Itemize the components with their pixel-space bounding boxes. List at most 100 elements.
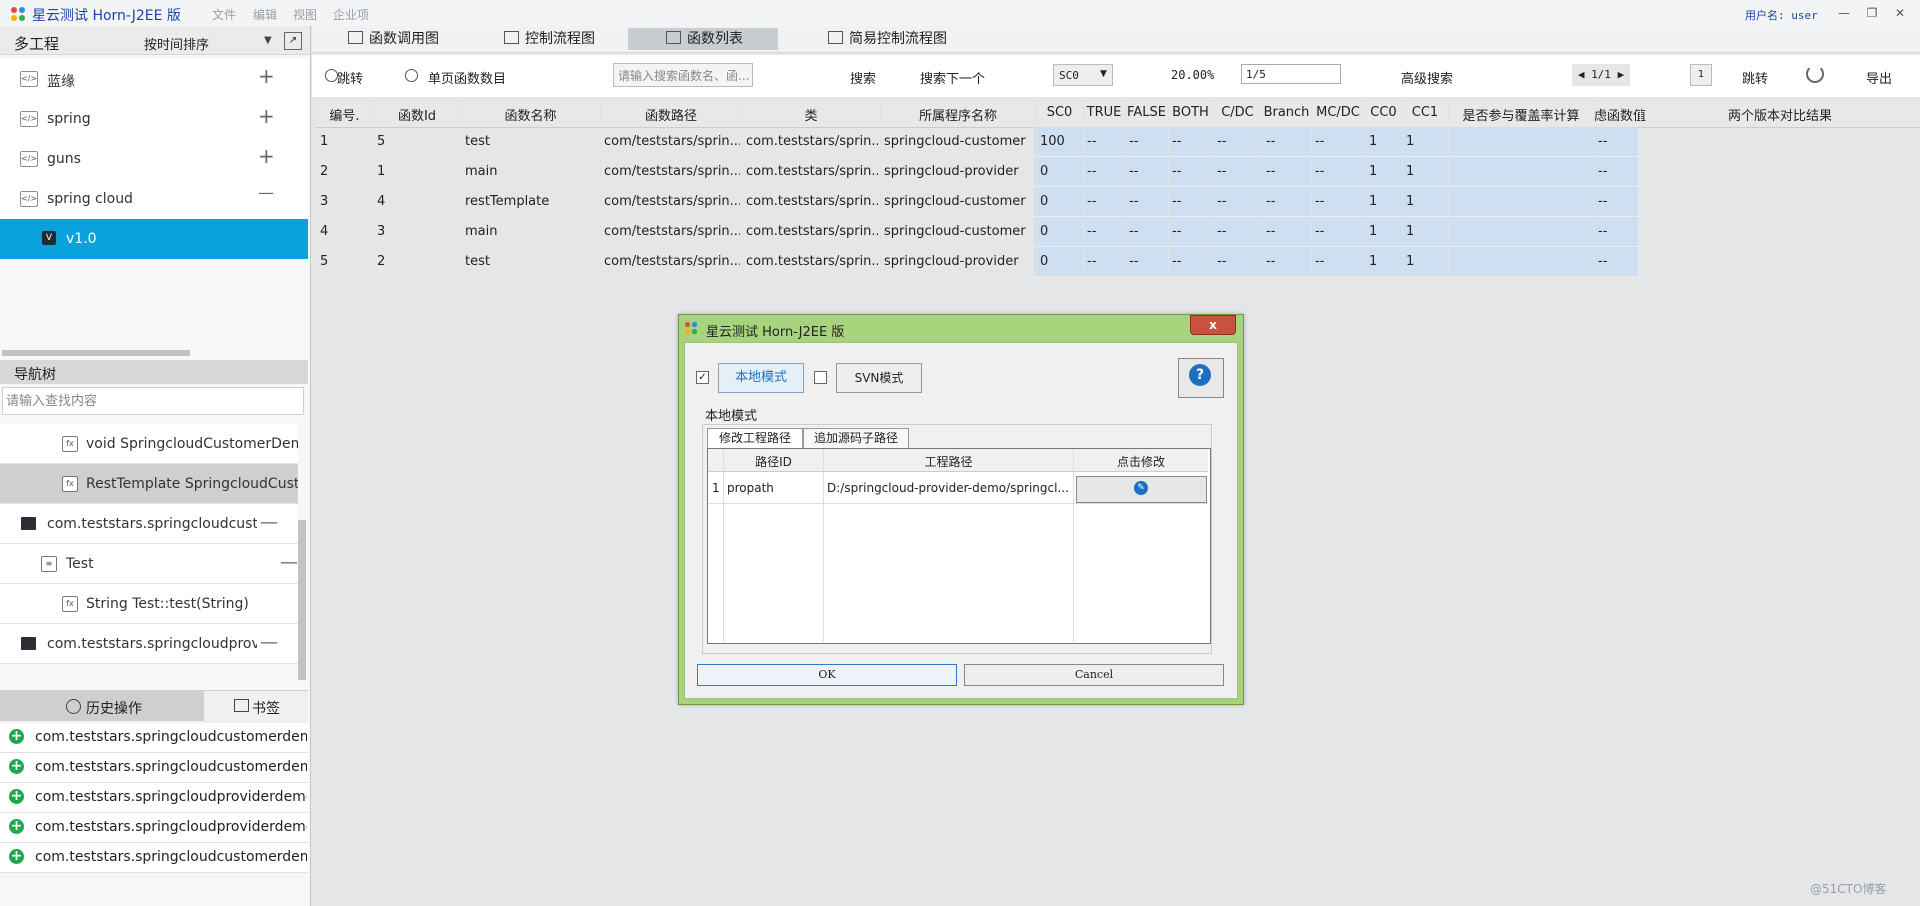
column-header[interactable]: 编号. (316, 105, 373, 124)
column-header[interactable]: CC0 (1365, 105, 1402, 120)
tab-function-list[interactable]: 函数列表 (628, 28, 778, 50)
search-button[interactable]: 搜索 (850, 68, 876, 87)
table-cell: 2 (320, 164, 329, 179)
column-header[interactable]: 所属程序名称 (880, 105, 1036, 124)
column-header[interactable]: 是否参与覆盖率计算 (1448, 105, 1594, 124)
column-header[interactable]: TRUE (1083, 105, 1125, 120)
column-header[interactable]: SC0 (1036, 105, 1083, 120)
grid-header-path-id: 路径ID (755, 455, 792, 469)
menu-view[interactable]: 视图 (293, 6, 317, 23)
svn-mode-button[interactable]: SVN模式 (836, 363, 922, 393)
minimize-icon[interactable]: — (1834, 4, 1854, 22)
goto-page-button[interactable]: 跳转 (1742, 68, 1768, 87)
collapse-minus-icon[interactable]: — (260, 632, 278, 653)
table-cell: com.teststars/sprin... (746, 134, 878, 149)
column-header[interactable]: 函数Id (373, 105, 461, 124)
toolbar (312, 55, 1920, 97)
add-icon[interactable]: + (9, 759, 24, 774)
table-cell: -- (1315, 134, 1325, 149)
collapse-minus-icon[interactable]: — (260, 512, 278, 533)
menu-file[interactable]: 文件 (212, 6, 236, 23)
menu-enterprise[interactable]: 企业项 (333, 6, 369, 23)
tab-call-graph[interactable]: 函数调用图 (348, 28, 468, 50)
chevron-down-icon[interactable]: ▼ (1100, 69, 1107, 79)
ok-button[interactable]: OK (697, 664, 957, 686)
column-header[interactable]: CC1 (1402, 105, 1448, 120)
table-cell: springcloud-customer (884, 134, 1026, 149)
chevron-down-icon[interactable]: ▼ (264, 35, 272, 46)
table-cell: 0 (1040, 254, 1049, 269)
tab-simple-control-flow[interactable]: 简易控制流程图 (828, 28, 978, 50)
local-mode-button[interactable]: 本地模式 (718, 363, 804, 393)
collapse-minus-icon[interactable]: — (280, 552, 298, 573)
grid-header-project-path: 工程路径 (924, 455, 973, 469)
menu-edit[interactable]: 编辑 (253, 6, 277, 23)
prev-page-icon[interactable]: ◀ (1578, 68, 1585, 81)
column-header[interactable]: C/DC (1213, 105, 1262, 120)
app-title: 星云测试 Horn-J2EE 版 (32, 8, 181, 24)
expand-plus-icon[interactable]: + (258, 104, 275, 128)
tab-bookmark[interactable]: 书签 (252, 698, 280, 718)
column-header[interactable]: 函数名称 (461, 105, 600, 124)
table-cell: com/teststars/sprin... (604, 134, 740, 149)
ratio-input[interactable]: 1/5 (1241, 64, 1341, 84)
table-cell: main (465, 224, 498, 239)
column-header[interactable]: 函数路径 (600, 105, 742, 124)
column-header[interactable]: 两个版本对比结果 (1640, 105, 1920, 124)
grid-cell-path-id: propath (727, 481, 774, 495)
table-cell: 2 (377, 254, 386, 269)
help-icon[interactable]: ? (1189, 364, 1211, 386)
close-icon[interactable]: ✕ (1890, 4, 1910, 22)
function-list-icon (666, 31, 681, 44)
tab-modify-project-path[interactable]: 修改工程路径 (707, 428, 803, 449)
table-cell: -- (1598, 194, 1608, 209)
page-count-radio[interactable] (405, 69, 418, 82)
add-icon[interactable]: + (9, 819, 24, 834)
add-icon[interactable]: + (9, 789, 24, 804)
local-mode-checkbox[interactable]: ✓ (696, 371, 709, 384)
expand-plus-icon[interactable]: + (258, 64, 275, 88)
column-header[interactable]: 虑函数值 (1594, 105, 1646, 124)
vertical-scrollbar[interactable] (298, 520, 306, 680)
export-project-icon[interactable]: ↗ (284, 32, 302, 50)
column-header[interactable]: BOTH (1168, 105, 1213, 120)
function-search-input[interactable]: 请输入搜索函数名、函... (613, 63, 753, 87)
table-cell: 100 (1040, 134, 1065, 149)
expand-plus-icon[interactable]: + (258, 144, 275, 168)
column-header[interactable]: FALSE (1125, 105, 1168, 120)
pencil-icon[interactable]: ✎ (1134, 481, 1148, 495)
history-label: com.teststars.springcloudproviderdemo.co… (35, 819, 307, 835)
advanced-search-button[interactable]: 高级搜索 (1401, 68, 1453, 87)
restore-icon[interactable]: ❐ (1862, 4, 1882, 22)
nav-search-input[interactable]: 请输入查找内容 (2, 387, 304, 415)
tab-control-flow[interactable]: 控制流程图 (504, 28, 624, 50)
table-cell: com.teststars/sprin... (746, 254, 878, 269)
cancel-button[interactable]: Cancel (964, 664, 1224, 686)
collapse-minus-icon[interactable]: — (258, 183, 274, 202)
search-next-button[interactable]: 搜索下一个 (920, 68, 985, 87)
add-icon[interactable]: + (9, 729, 24, 744)
tab-append-source-subpath[interactable]: 追加源码子路径 (803, 428, 909, 449)
add-icon[interactable]: + (9, 849, 24, 864)
column-divider (1125, 100, 1126, 277)
export-button[interactable]: 导出 (1866, 68, 1892, 87)
table-cell: -- (1129, 164, 1139, 179)
column-header[interactable]: Branch (1262, 105, 1311, 120)
package-icon (21, 517, 36, 530)
column-header[interactable]: 类 (742, 105, 880, 124)
table-cell: -- (1087, 164, 1097, 179)
page-navigator[interactable]: ◀ 1/1 ▶ (1572, 64, 1630, 86)
page-number-input[interactable]: 1 (1690, 64, 1712, 86)
nav-item-label: RestTemplate SpringcloudCustome (86, 476, 298, 492)
bookmark-icon[interactable] (234, 699, 249, 712)
sort-dropdown[interactable]: 按时间排序 (144, 34, 209, 53)
column-header[interactable]: MC/DC (1311, 105, 1365, 120)
refresh-icon[interactable] (1806, 65, 1824, 83)
user-label: 用户名: user (1745, 9, 1818, 22)
history-label: com.teststars.springcloudproviderdemo/Sp… (35, 789, 307, 805)
table-cell: 1 (377, 164, 386, 179)
next-page-icon[interactable]: ▶ (1618, 68, 1625, 81)
dialog-close-button[interactable]: x (1190, 315, 1236, 335)
svn-mode-checkbox[interactable] (814, 371, 827, 384)
horizontal-scrollbar[interactable] (2, 350, 190, 356)
